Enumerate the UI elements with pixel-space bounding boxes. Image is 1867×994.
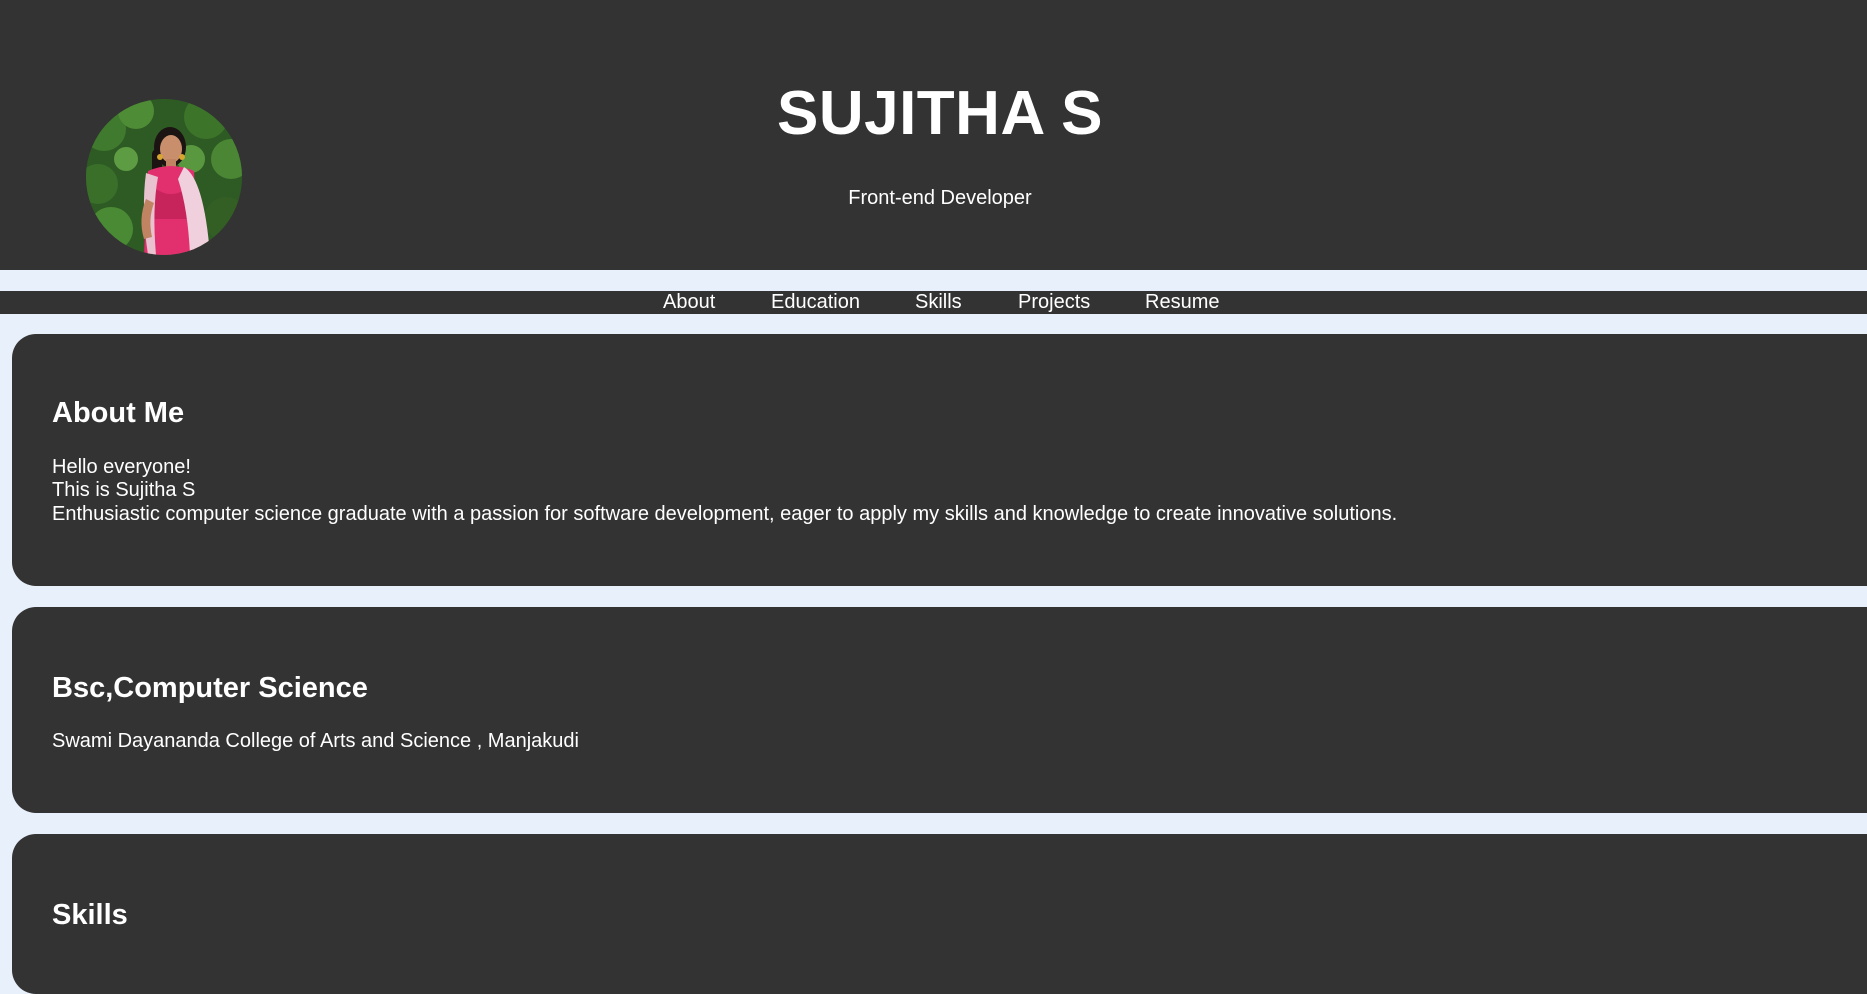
about-greeting: Hello everyone! bbox=[52, 456, 191, 478]
about-intro: This is Sujitha S bbox=[52, 479, 196, 501]
education-section: Bsc,Computer Science Swami Dayananda Col… bbox=[12, 607, 1867, 813]
education-heading: Bsc,Computer Science bbox=[52, 672, 368, 704]
main-nav: About Education Skills Projects Resume bbox=[0, 291, 1867, 314]
education-institution: Swami Dayananda College of Arts and Scie… bbox=[52, 730, 579, 752]
skills-heading: Skills bbox=[52, 899, 128, 931]
site-subtitle: Front-end Developer bbox=[848, 187, 1032, 209]
site-header: SUJITHA S Front-end Developer bbox=[0, 0, 1867, 270]
nav-link-projects[interactable]: Projects bbox=[1018, 291, 1090, 314]
about-section: About Me Hello everyone! This is Sujitha… bbox=[12, 334, 1867, 586]
about-description: Enthusiastic computer science graduate w… bbox=[52, 503, 1398, 525]
about-heading: About Me bbox=[52, 397, 185, 429]
skills-section: Skills bbox=[12, 834, 1867, 994]
nav-link-resume[interactable]: Resume bbox=[1145, 291, 1219, 314]
site-title: SUJITHA S bbox=[776, 79, 1104, 148]
nav-link-about[interactable]: About bbox=[663, 291, 715, 314]
nav-link-education[interactable]: Education bbox=[771, 291, 860, 314]
nav-link-skills[interactable]: Skills bbox=[915, 291, 962, 314]
